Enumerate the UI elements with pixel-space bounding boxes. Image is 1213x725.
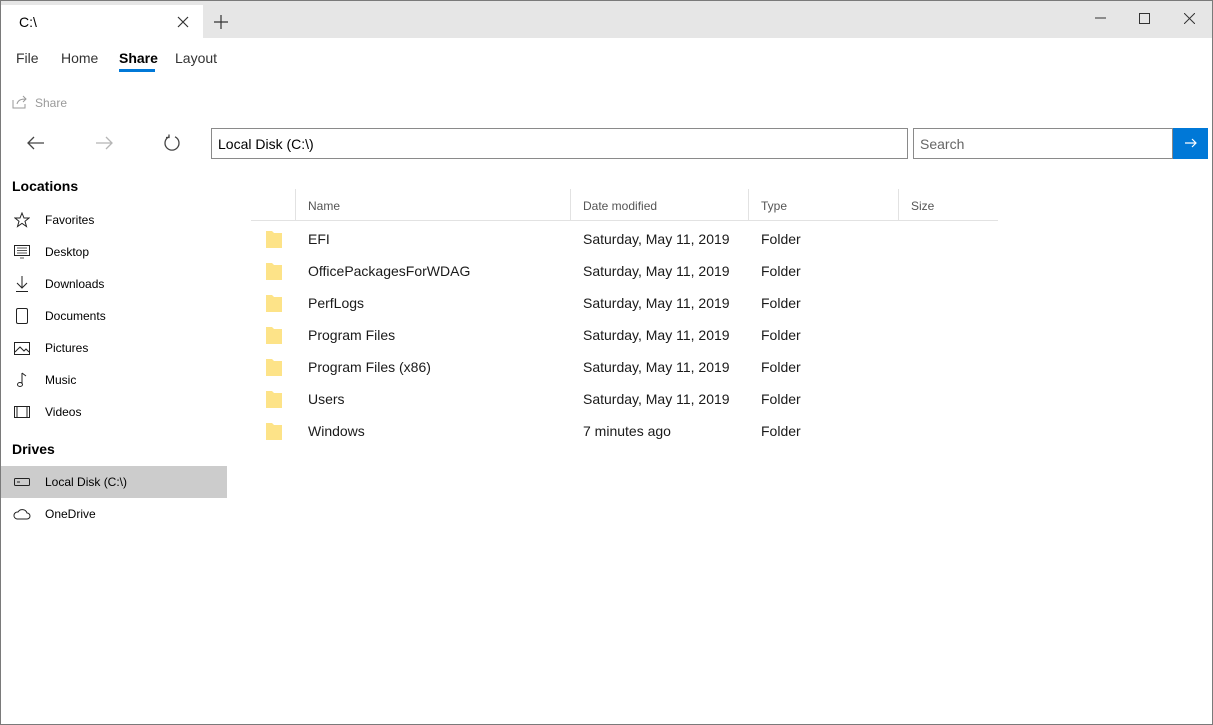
tab-home[interactable]: Home (61, 50, 98, 66)
file-type: Folder (761, 327, 801, 343)
file-name: OfficePackagesForWDAG (308, 263, 471, 279)
close-icon[interactable] (1166, 1, 1212, 35)
table-row[interactable]: Program Files (x86) Saturday, May 11, 20… (251, 350, 998, 382)
sidebar-item-onedrive[interactable]: OneDrive (1, 498, 227, 530)
share-icon (12, 95, 28, 112)
folder-icon (266, 390, 282, 413)
music-icon (13, 372, 31, 388)
file-type: Folder (761, 263, 801, 279)
file-date: 7 minutes ago (583, 423, 671, 439)
sidebar-item-videos[interactable]: Videos (1, 396, 227, 428)
document-icon (13, 308, 31, 324)
file-date: Saturday, May 11, 2019 (583, 263, 730, 279)
sidebar-item-desktop[interactable]: Desktop (1, 236, 227, 268)
file-type: Folder (761, 295, 801, 311)
plus-icon[interactable] (209, 10, 233, 34)
folder-icon (266, 262, 282, 285)
arrow-left-icon[interactable] (21, 129, 51, 157)
column-header-date[interactable]: Date modified (571, 189, 748, 220)
sidebar-item-documents[interactable]: Documents (1, 300, 227, 332)
header-divider (251, 220, 998, 221)
arrow-right-icon[interactable] (89, 129, 119, 157)
column-header-name[interactable]: Name (296, 189, 570, 220)
picture-icon (13, 340, 31, 356)
tab-share[interactable]: Share (119, 50, 158, 66)
file-date: Saturday, May 11, 2019 (583, 327, 730, 343)
share-label: Share (35, 96, 68, 110)
file-type: Folder (761, 391, 801, 407)
cloud-icon (13, 506, 31, 522)
sidebar-item-label: Music (45, 373, 77, 387)
desktop-icon (13, 244, 31, 260)
file-name: Program Files (x86) (308, 359, 431, 375)
search-input[interactable] (913, 128, 1173, 159)
file-explorer-window: C:\ File Home Share Layout Share Local D… (0, 0, 1213, 725)
download-icon (13, 276, 31, 292)
folder-icon (266, 358, 282, 381)
minimize-icon[interactable] (1077, 1, 1123, 35)
sidebar-item-label: Favorites (45, 213, 95, 227)
tab-c-drive[interactable]: C:\ (1, 5, 203, 38)
refresh-icon[interactable] (157, 129, 187, 157)
file-date: Saturday, May 11, 2019 (583, 391, 730, 407)
address-bar[interactable]: Local Disk (C:\) (211, 128, 908, 159)
sidebar-item-favorites[interactable]: Favorites (1, 204, 227, 236)
file-name: Program Files (308, 327, 396, 343)
ribbon-tabs: File Home Share Layout (1, 38, 1212, 78)
sidebar-item-downloads[interactable]: Downloads (1, 268, 227, 300)
table-row[interactable]: OfficePackagesForWDAG Saturday, May 11, … (251, 254, 998, 286)
share-button[interactable]: Share (12, 93, 67, 113)
file-type: Folder (761, 423, 801, 439)
video-icon (13, 404, 31, 420)
close-icon[interactable] (171, 10, 195, 34)
star-icon (13, 212, 31, 228)
file-type: Folder (761, 231, 801, 247)
column-header-type[interactable]: Type (749, 189, 898, 220)
maximize-icon[interactable] (1121, 1, 1167, 35)
sidebar-item-local-disk[interactable]: Local Disk (C:\) (1, 466, 227, 498)
arrow-right-icon (1184, 135, 1197, 153)
sidebar-item-label: Desktop (45, 245, 90, 259)
sidebar-item-pictures[interactable]: Pictures (1, 332, 227, 364)
table-row[interactable]: Windows 7 minutes ago Folder (251, 414, 998, 446)
drive-icon (13, 474, 31, 490)
sidebar-item-label: Downloads (45, 277, 105, 291)
table-row[interactable]: Program Files Saturday, May 11, 2019 Fol… (251, 318, 998, 350)
folder-icon (266, 326, 282, 349)
sidebar-item-label: OneDrive (45, 507, 96, 521)
drives-header: Drives (12, 441, 55, 457)
active-tab-indicator (119, 69, 155, 72)
table-row[interactable]: PerfLogs Saturday, May 11, 2019 Folder (251, 286, 998, 318)
file-date: Saturday, May 11, 2019 (583, 231, 730, 247)
table-row[interactable]: Users Saturday, May 11, 2019 Folder (251, 382, 998, 414)
table-row[interactable]: EFI Saturday, May 11, 2019 Folder (251, 222, 998, 254)
folder-icon (266, 230, 282, 253)
sidebar-item-label: Documents (45, 309, 106, 323)
search-go-button[interactable] (1173, 128, 1208, 159)
sidebar: Locations Favorites Desktop Downloads Do… (1, 171, 227, 724)
folder-icon (266, 294, 282, 317)
locations-header: Locations (12, 178, 79, 194)
tab-title: C:\ (19, 14, 37, 30)
sidebar-item-music[interactable]: Music (1, 364, 227, 396)
file-name: EFI (308, 231, 330, 247)
file-name: Users (308, 391, 345, 407)
file-type: Folder (761, 359, 801, 375)
sidebar-item-label: Local Disk (C:\) (45, 475, 128, 489)
folder-icon (266, 422, 282, 445)
file-name: Windows (308, 423, 365, 439)
file-date: Saturday, May 11, 2019 (583, 359, 730, 375)
file-name: PerfLogs (308, 295, 365, 311)
file-date: Saturday, May 11, 2019 (583, 295, 730, 311)
sidebar-item-label: Pictures (45, 341, 89, 355)
tab-layout[interactable]: Layout (175, 50, 217, 66)
title-bar: C:\ (1, 1, 1212, 38)
tab-file[interactable]: File (16, 50, 39, 66)
column-header-size[interactable]: Size (899, 189, 998, 220)
sidebar-item-label: Videos (45, 405, 82, 419)
